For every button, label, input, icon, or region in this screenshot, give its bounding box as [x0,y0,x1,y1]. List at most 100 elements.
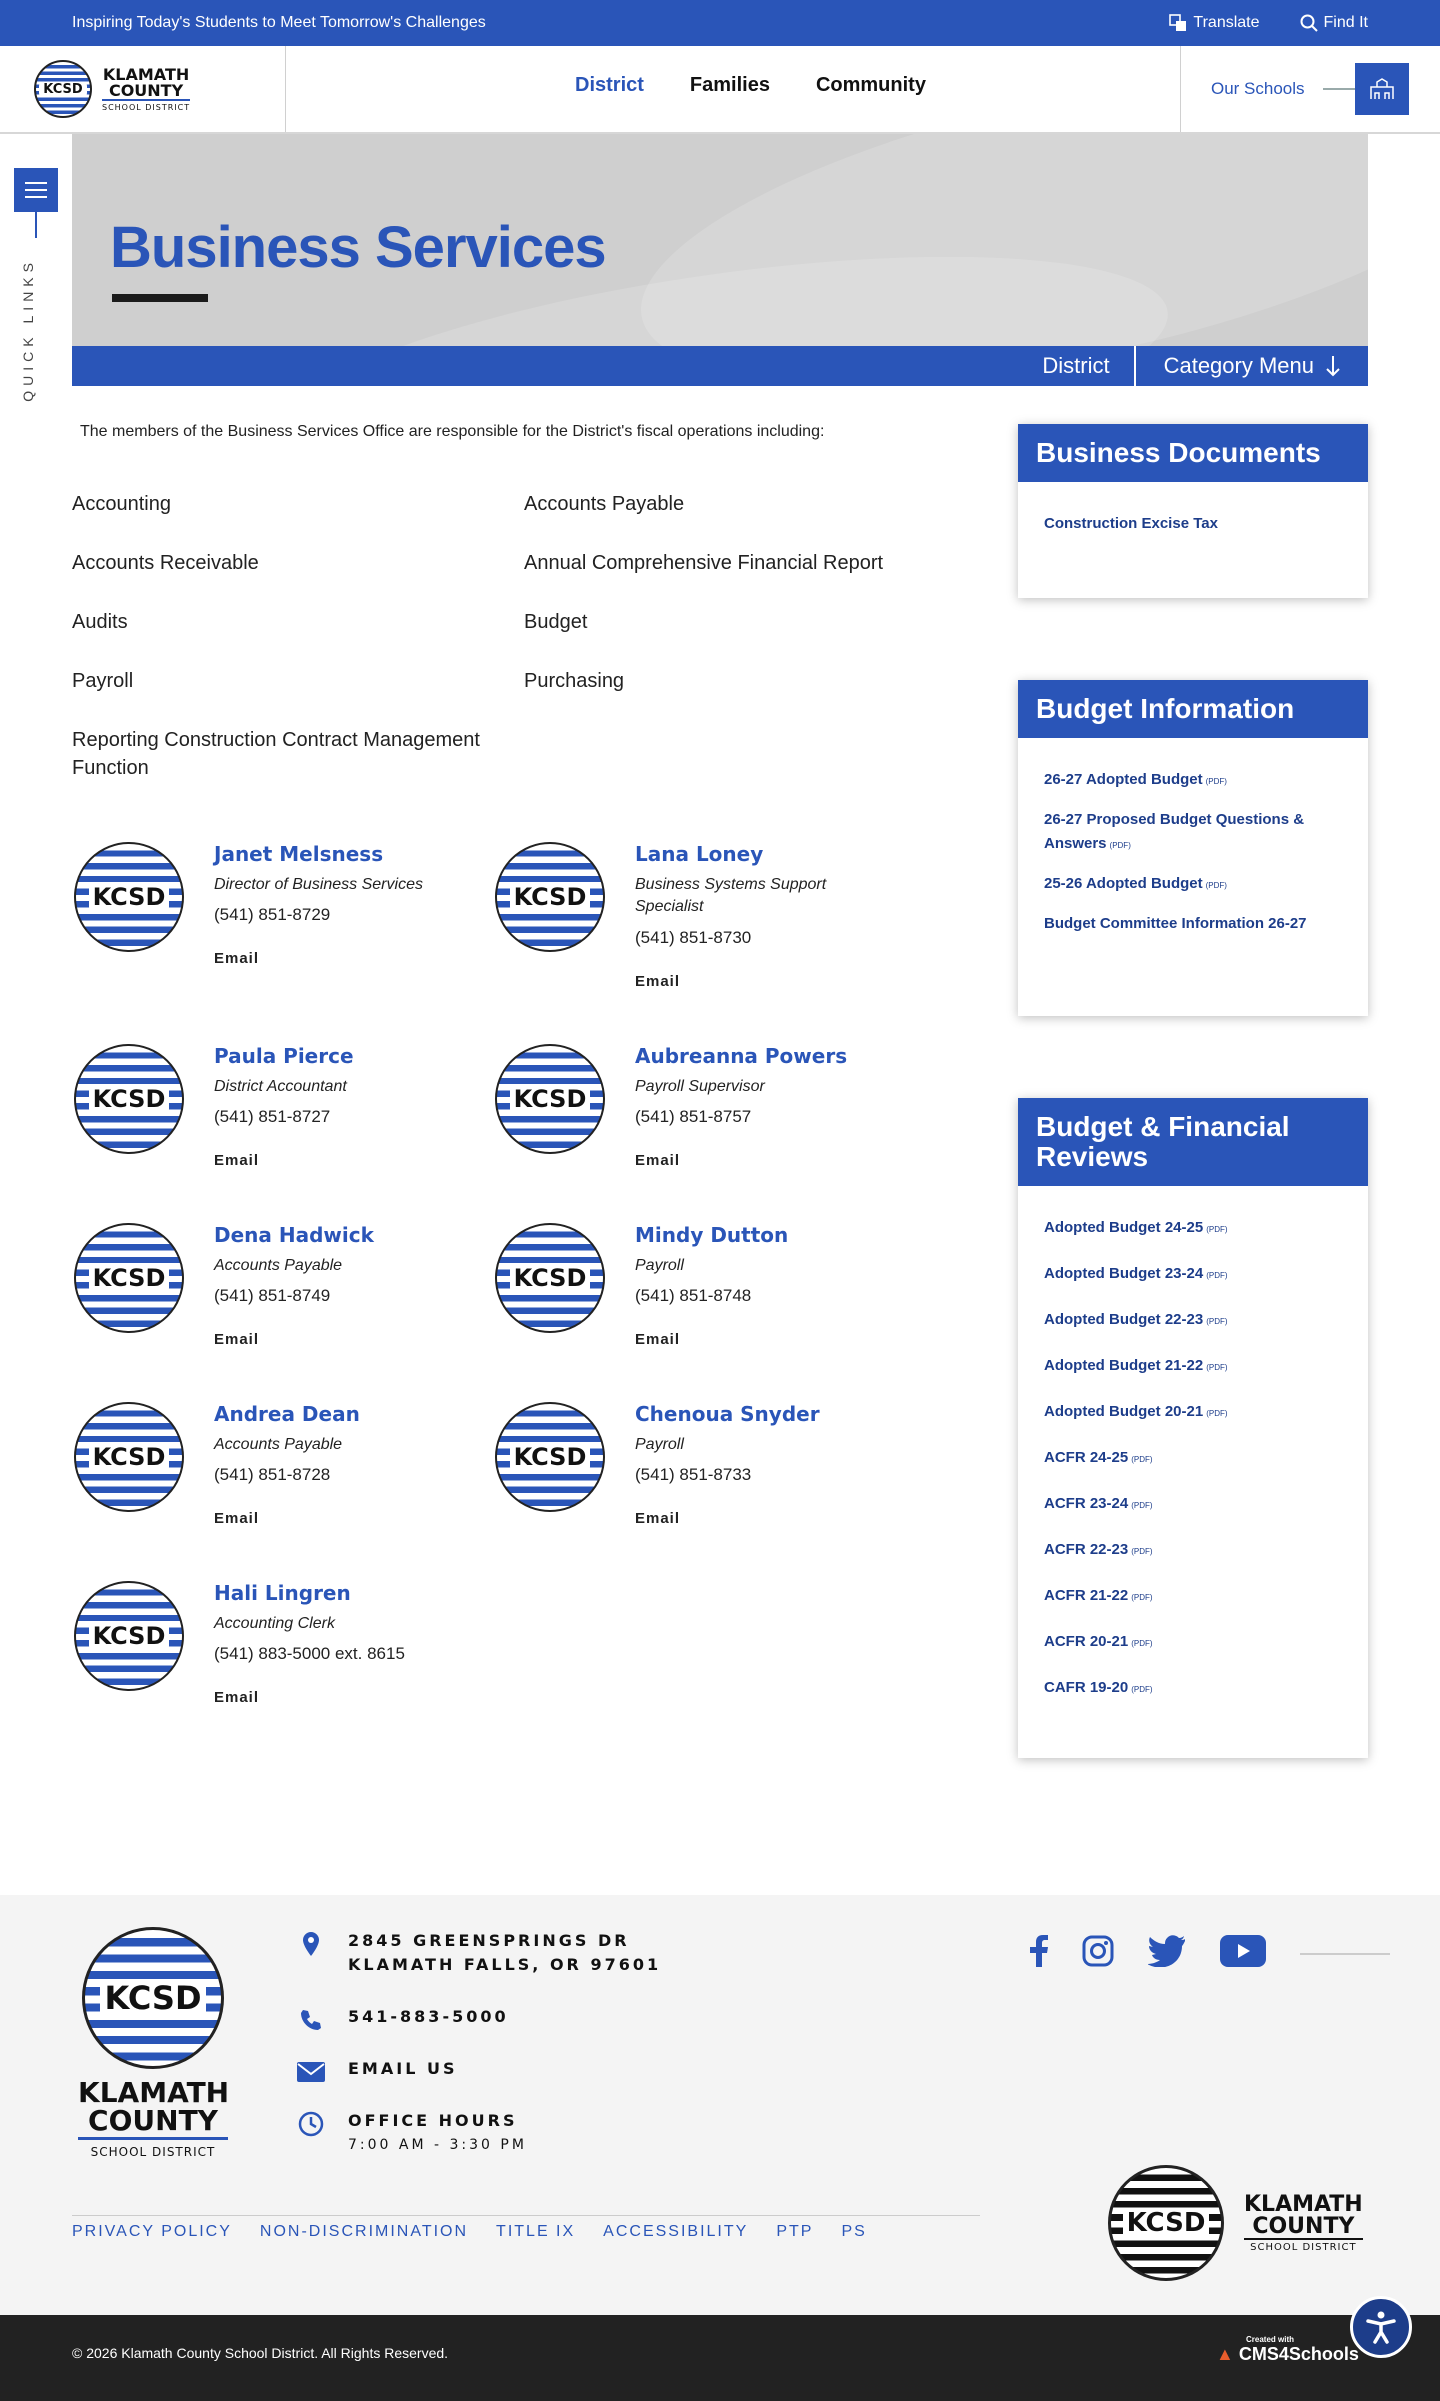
staff-email-link[interactable]: Email [214,1152,259,1169]
budget-financial-reviews-box: Budget & Financial Reviews Adopted Budge… [1018,1098,1368,1758]
box-title: Business Documents [1018,424,1368,482]
staff-photo: KCSD [74,1044,184,1154]
seal-text: KCSD [88,1622,170,1650]
staff-title: Director of Business Services [214,876,423,893]
twitter-icon[interactable] [1147,1935,1186,1972]
doc-link[interactable]: CAFR 19-20 (PDF) [1044,1676,1342,1702]
intro-text: The members of the Business Services Off… [80,423,825,440]
staff-email-link[interactable]: Email [214,1689,259,1706]
doc-link[interactable]: ACFR 21-22 (PDF) [1044,1584,1342,1610]
quick-links[interactable]: QUICK LINKS [14,168,58,402]
doc-link[interactable]: ACFR 20-21 (PDF) [1044,1630,1342,1656]
our-schools-button[interactable]: Our Schools [1180,46,1440,132]
staff-name: Hali Lingren [214,1581,351,1605]
youtube-icon[interactable] [1220,1935,1266,1972]
staff-card: KCSD Janet Melsness Director of Business… [74,842,494,1002]
divider [35,212,37,238]
seal-text: KCSD [509,883,591,911]
footer-address[interactable]: 2845 GREENSPRINGS DR KLAMATH FALLS, OR 97… [296,1929,661,1977]
service-item: Payroll [72,670,134,692]
ps-link[interactable]: PS [841,2223,866,2241]
cms4schools-logo[interactable]: Created with ▲ CMS4Schools [1216,2335,1359,2365]
map-pin-icon [296,1929,326,1959]
find-it-button[interactable]: Find It [1300,14,1368,32]
instagram-icon[interactable] [1082,1935,1114,1972]
logo-line3: SCHOOL DISTRICT [90,2145,216,2159]
nav-district[interactable]: District [575,74,644,97]
staff-title: Accounts Payable [214,1257,343,1274]
doc-link[interactable]: Adopted Budget 24-25 (PDF) [1044,1216,1342,1242]
staff-photo: KCSD [495,1223,605,1333]
doc-link[interactable]: Adopted Budget 22-23 (PDF) [1044,1308,1342,1334]
nav-families[interactable]: Families [690,74,770,97]
staff-title: Accounting Clerk [214,1615,335,1632]
tagline: Inspiring Today's Students to Meet Tomor… [72,14,486,31]
arrow-down-icon [1326,356,1340,377]
footer-email[interactable]: EMAIL US [296,2057,457,2087]
staff-email-link[interactable]: Email [635,1510,680,1527]
facebook-icon[interactable] [1030,1935,1048,1972]
doc-link[interactable]: Adopted Budget 23-24 (PDF) [1044,1262,1342,1288]
staff-phone: (541) 851-8748 [635,1286,752,1305]
staff-email-link[interactable]: Email [214,1510,259,1527]
accessibility-widget-button[interactable] [1350,2296,1412,2358]
doc-link[interactable]: 26-27 Adopted Budget (PDF) [1044,768,1342,794]
staff-email-link[interactable]: Email [635,1331,680,1348]
privacy-policy-link[interactable]: PRIVACY POLICY [72,2223,232,2241]
seal-text: KCSD [509,1264,591,1292]
envelope-icon [296,2057,326,2087]
staff-name: Dena Hadwick [214,1223,374,1247]
logo-line2: COUNTY [1244,2215,1363,2240]
service-item: Reporting Construction Contract Manageme… [72,729,480,779]
staff-photo: KCSD [74,842,184,952]
logo-line2: COUNTY [78,2107,228,2140]
translate-button[interactable]: Translate [1169,14,1260,32]
main-nav: District Families Community [575,74,926,97]
accessibility-link[interactable]: ACCESSIBILITY [603,2223,748,2241]
nav-community[interactable]: Community [816,74,926,97]
page-hero: Business Services [72,134,1368,346]
category-menu-button[interactable]: Category Menu [1136,353,1368,379]
kcsd-seal: KCSD [1108,2165,1224,2281]
staff-title: Payroll [635,1257,684,1274]
non-discrimination-link[interactable]: NON-DISCRIMINATION [260,2223,468,2241]
doc-link[interactable]: Construction Excise Tax [1044,512,1342,536]
doc-link[interactable]: Adopted Budget 21-22 (PDF) [1044,1354,1342,1380]
footer-secondary-logo[interactable]: KCSD KLAMATH COUNTY SCHOOL DISTRICT [1108,2165,1363,2281]
box-title: Budget & Financial Reviews [1018,1098,1368,1186]
staff-email-link[interactable]: Email [214,1331,259,1348]
hours-label: OFFICE HOURS [348,2111,518,2130]
staff-card: KCSD Andrea Dean Accounts Payable (541) … [74,1402,494,1562]
title-ix-link[interactable]: TITLE IX [496,2223,575,2241]
school-building-icon [1354,63,1409,115]
staff-photo: KCSD [495,1044,605,1154]
district-logo[interactable]: KCSD KLAMATH COUNTY SCHOOL DISTRICT [0,46,286,132]
ptp-link[interactable]: PTP [776,2223,813,2241]
logo-line1: KLAMATH [1244,2191,1363,2217]
footer-phone[interactable]: 541-883-5000 [296,2005,509,2035]
kcsd-seal: KCSD [82,1927,224,2069]
staff-email-link[interactable]: Email [214,950,259,967]
staff-phone: (541) 851-8729 [214,905,331,924]
staff-email-link[interactable]: Email [635,973,680,990]
doc-link[interactable]: ACFR 22-23 (PDF) [1044,1538,1342,1564]
find-it-label: Find It [1323,14,1368,31]
clock-icon [296,2109,326,2139]
doc-link[interactable]: 26-27 Proposed Budget Questions & Answer… [1044,808,1342,858]
service-item: Accounts Payable [524,493,685,515]
site-header: KCSD KLAMATH COUNTY SCHOOL DISTRICT Dist… [0,46,1440,134]
doc-link[interactable]: ACFR 23-24 (PDF) [1044,1492,1342,1518]
doc-link[interactable]: ACFR 24-25 (PDF) [1044,1446,1342,1472]
footer-logo[interactable]: KCSD KLAMATH COUNTY SCHOOL DISTRICT [78,1927,229,2159]
seal-text: KCSD [88,1264,170,1292]
breadcrumb-district[interactable]: District [1018,346,1136,386]
business-documents-box: Business Documents Construction Excise T… [1018,424,1368,598]
staff-email-link[interactable]: Email [635,1152,680,1169]
doc-link[interactable]: Budget Committee Information 26-27 [1044,912,1342,936]
menu-icon[interactable] [14,168,58,212]
doc-link[interactable]: 25-26 Adopted Budget (PDF) [1044,872,1342,898]
doc-link[interactable]: Adopted Budget 20-21 (PDF) [1044,1400,1342,1426]
staff-card: KCSD Chenoua Snyder Payroll (541) 851-87… [495,1402,915,1562]
social-links [1030,1935,1390,1972]
staff-name: Andrea Dean [214,1402,360,1426]
